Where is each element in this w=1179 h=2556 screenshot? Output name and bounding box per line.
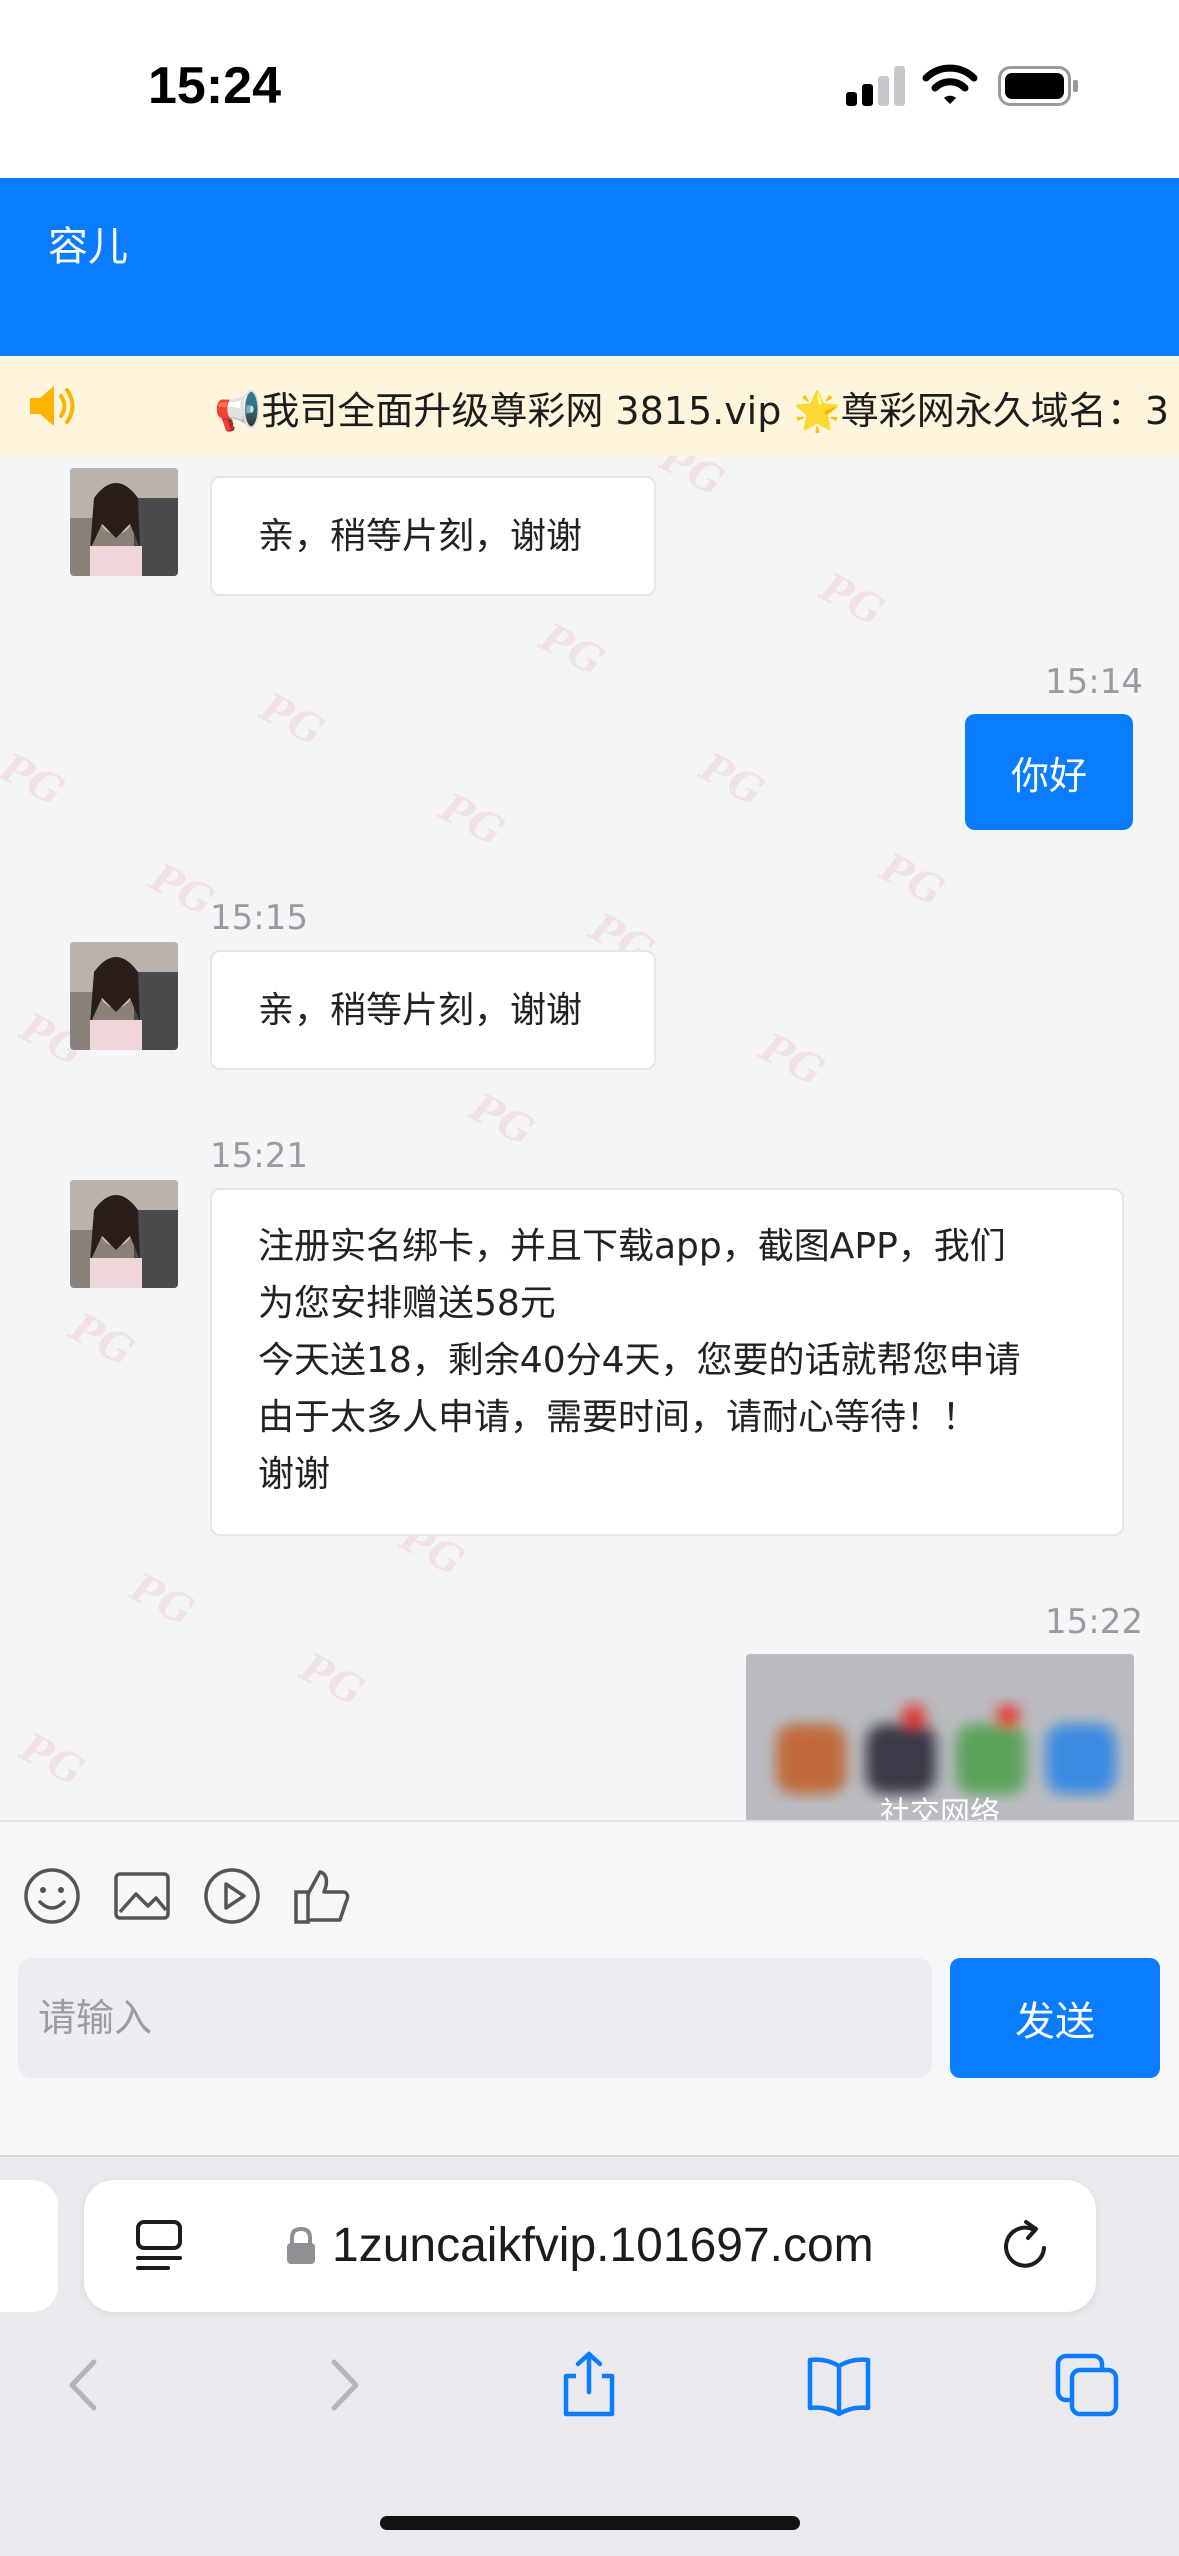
reload-icon[interactable] [996, 2216, 1056, 2276]
avatar[interactable] [70, 468, 178, 576]
watermark: PG [752, 1023, 832, 1096]
url-text: 1zuncaikfvip.101697.com [332, 2219, 874, 2272]
watermark: PG [252, 683, 332, 756]
wifi-icon [922, 64, 978, 104]
thumbs-up-icon[interactable] [292, 1866, 352, 1926]
speaker-icon [30, 386, 75, 426]
watermark: PG [12, 1723, 92, 1796]
message-timestamp: 15:15 [210, 898, 308, 938]
emoji-icon[interactable] [22, 1866, 82, 1926]
watermark: PG [432, 783, 512, 856]
share-icon[interactable] [554, 2350, 624, 2420]
message-bubble-outgoing[interactable]: 你好 [965, 714, 1133, 830]
message-bubble[interactable]: 注册实名绑卡，并且下载app，截图APP，我们 为您安排赠送58元 今天送18，… [210, 1188, 1124, 1536]
notice-marquee: 📢我司全面升级尊彩网 3815.vip 🌟尊彩网永久域名：3 [214, 389, 1169, 433]
chat-toolbar [0, 1820, 1179, 1965]
notice-bar[interactable]: 📢我司全面升级尊彩网 3815.vip 🌟尊彩网永久域名：3 [0, 356, 1179, 456]
message-line: 由于太多人申请，需要时间，请耐心等待！！ [258, 1397, 979, 1438]
message-input[interactable] [18, 1958, 932, 2078]
star-icon: 🌟 [793, 389, 841, 433]
message-line: 注册实名绑卡，并且下载app，截图APP，我们 [258, 1226, 1006, 1267]
tabs-icon[interactable] [1052, 2350, 1122, 2420]
watermark: PG [692, 743, 772, 816]
status-time: 15:24 [148, 57, 281, 115]
watermark: PG [652, 456, 732, 506]
message-timestamp: 15:22 [1045, 1602, 1143, 1642]
reader-mode-icon[interactable] [134, 2218, 184, 2274]
watermark: PG [532, 613, 612, 686]
cellular-signal-icon [846, 66, 906, 106]
watermark: PG [122, 1563, 202, 1636]
message-line: 谢谢 [258, 1454, 331, 1495]
agent-name: 容儿 [48, 224, 128, 270]
message-timestamp: 15:14 [1045, 662, 1143, 702]
home-indicator [380, 2516, 800, 2530]
message-line: 今天送18，剩余40分4天，您要的话就帮您申请 [258, 1340, 1021, 1381]
message-text: 亲，稍等片刻，谢谢 [258, 989, 583, 1031]
send-button[interactable]: 发送 [950, 1958, 1160, 2078]
watermark: PG [62, 1303, 142, 1376]
watermark: PG [872, 843, 952, 916]
watermark: PG [292, 1643, 372, 1716]
avatar[interactable] [70, 1180, 178, 1288]
lock-icon [287, 2226, 315, 2264]
message-text: 你好 [1010, 753, 1087, 798]
chat-messages[interactable]: PG PG PG PG PG PG PG PG PG PG PG PG PG P… [0, 456, 1179, 1820]
avatar-photo-icon [70, 1180, 178, 1288]
back-icon[interactable] [52, 2350, 122, 2420]
watermark: PG [0, 743, 72, 816]
avatar-photo-icon [70, 468, 178, 576]
message-timestamp: 15:21 [210, 1136, 308, 1176]
avatar[interactable] [70, 942, 178, 1050]
image-icon[interactable] [112, 1866, 172, 1926]
chat-header [0, 178, 1179, 356]
watermark: PG [462, 1083, 542, 1156]
watermark: PG [812, 563, 892, 636]
message-text: 亲，稍等片刻，谢谢 [258, 515, 583, 557]
message-bubble[interactable]: 亲，稍等片刻，谢谢 [210, 950, 656, 1070]
megaphone-icon: 📢 [214, 389, 262, 433]
battery-icon [998, 66, 1078, 106]
forward-icon[interactable] [306, 2350, 376, 2420]
video-icon[interactable] [202, 1866, 262, 1926]
adjacent-tab-preview[interactable] [0, 2180, 58, 2312]
message-bubble[interactable]: 亲，稍等片刻，谢谢 [210, 476, 656, 596]
message-line: 为您安排赠送58元 [258, 1283, 556, 1324]
bookmarks-icon[interactable] [804, 2350, 874, 2420]
avatar-photo-icon [70, 942, 178, 1050]
